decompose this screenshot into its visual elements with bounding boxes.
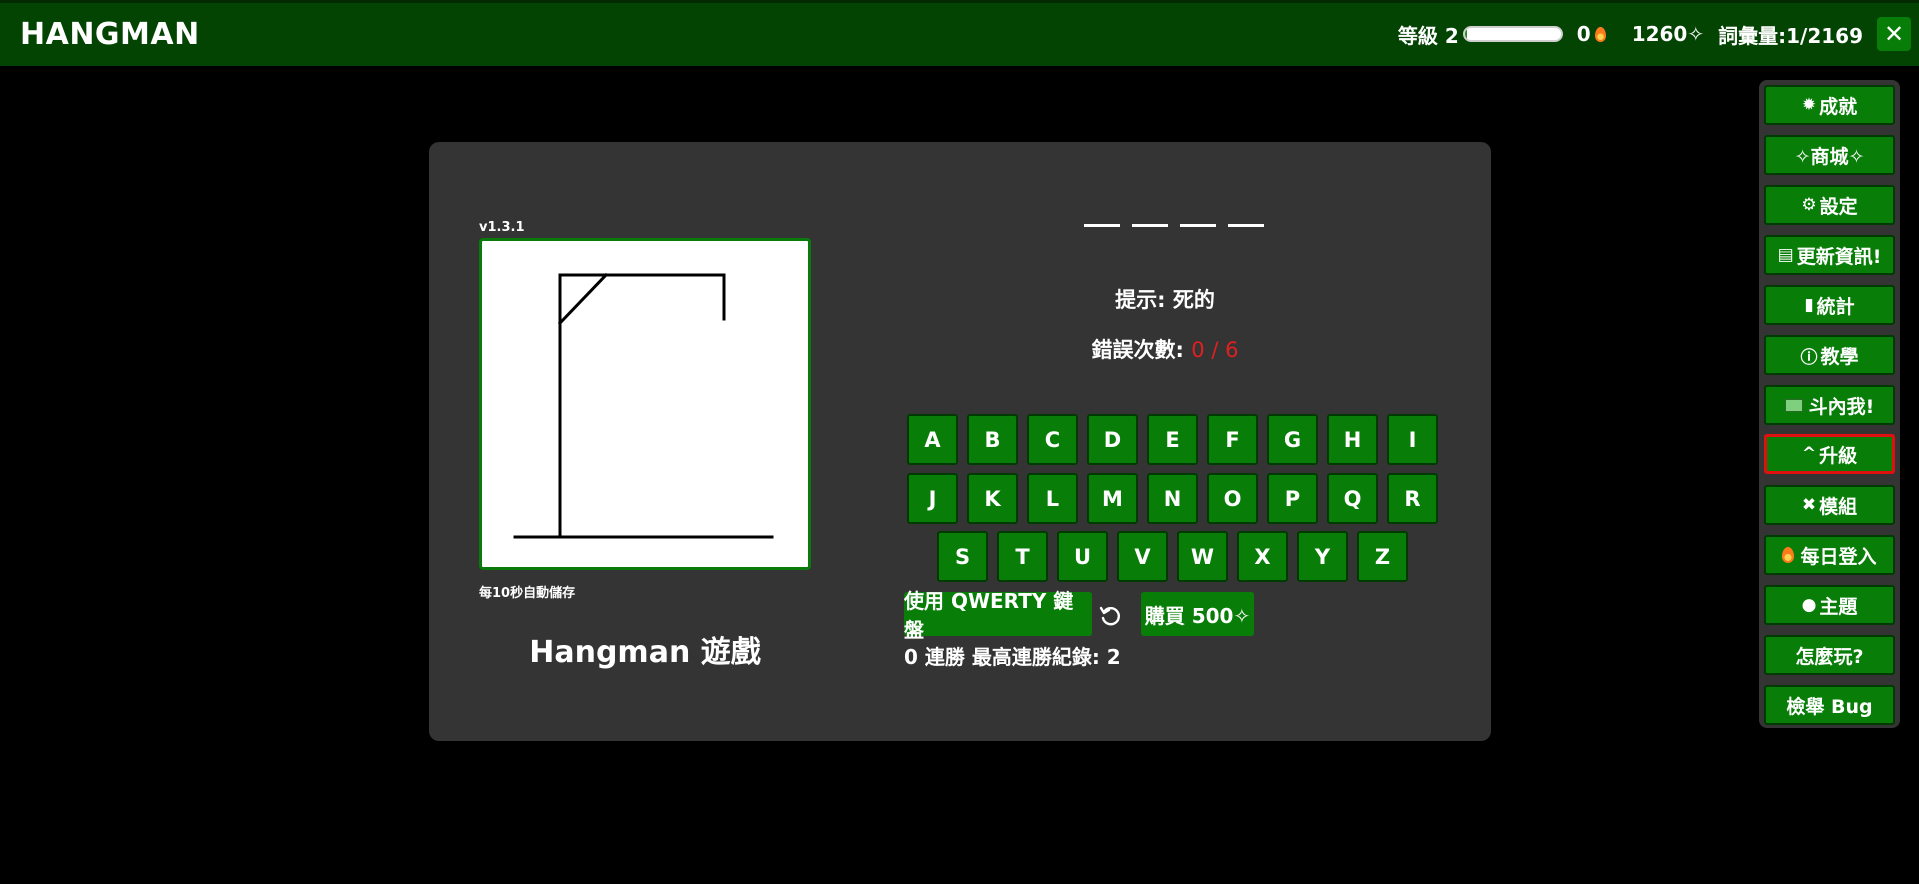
streak-value: 0 — [1576, 22, 1591, 46]
keyboard-row-3: STUVWXYZ — [937, 531, 1408, 582]
word-blanks — [1084, 224, 1264, 227]
key-e[interactable]: E — [1147, 414, 1198, 465]
flame-icon — [1594, 26, 1606, 42]
newspaper-icon: ▤ — [1777, 245, 1794, 265]
key-x[interactable]: X — [1237, 531, 1288, 582]
autosave-note: 每10秒自動儲存 — [479, 586, 576, 601]
stats-label: 統計 — [1816, 295, 1855, 318]
keyboard-row-2: JKLMNOPQR — [907, 473, 1438, 524]
key-o[interactable]: O — [1207, 473, 1258, 524]
settings-label: 設定 — [1819, 195, 1858, 218]
letter-blank — [1084, 224, 1120, 227]
theme-button[interactable]: ● 主題 — [1764, 585, 1895, 625]
key-c[interactable]: C — [1027, 414, 1078, 465]
tutorial-button[interactable]: ⓘ 教學 — [1764, 335, 1895, 375]
key-i[interactable]: I — [1387, 414, 1438, 465]
key-t[interactable]: T — [997, 531, 1048, 582]
achievements-button[interactable]: ✹ 成就 — [1764, 85, 1895, 125]
stats-button[interactable]: ▮ 統計 — [1764, 285, 1895, 325]
updates-button[interactable]: ▤ 更新資訊! — [1764, 235, 1895, 275]
mods-button[interactable]: ✖ 模組 — [1764, 485, 1895, 525]
upgrade-label: 升級 — [1819, 444, 1858, 467]
shop-label: ✧商城✧ — [1794, 145, 1865, 168]
report-bug-button[interactable]: 檢舉 Bug — [1764, 685, 1895, 725]
key-v[interactable]: V — [1117, 531, 1168, 582]
question-circle-icon: ⓘ — [1800, 347, 1818, 368]
level-label: 等級 2 — [1397, 23, 1459, 48]
updates-label: 更新資訊! — [1796, 245, 1882, 268]
how-to-play-button[interactable]: 怎麼玩? — [1764, 635, 1895, 675]
caret-up-icon: ^ — [1801, 444, 1817, 464]
badge-icon: ✹ — [1801, 95, 1817, 115]
status-area: 等級 2 0 1260✧ 詞彙量:1/2169 ✕ — [1398, 16, 1919, 52]
game-title: Hangman 遊戲 — [529, 635, 761, 670]
money-icon — [1784, 398, 1803, 412]
error-counter: 錯誤次數: 0 / 6 — [1015, 334, 1315, 364]
mods-label: 模組 — [1819, 495, 1858, 518]
errors-value: 0 / 6 — [1191, 338, 1239, 362]
key-u[interactable]: U — [1057, 531, 1108, 582]
key-l[interactable]: L — [1027, 473, 1078, 524]
key-w[interactable]: W — [1177, 531, 1228, 582]
key-a[interactable]: A — [907, 414, 958, 465]
tools-icon: ✖ — [1801, 495, 1817, 515]
key-y[interactable]: Y — [1297, 531, 1348, 582]
reset-icon[interactable] — [1099, 605, 1121, 627]
palette-icon: ● — [1801, 595, 1817, 615]
key-z[interactable]: Z — [1357, 531, 1408, 582]
gallows-drawing — [513, 272, 774, 539]
close-icon: ✕ — [1883, 20, 1905, 48]
keyboard-row-1: ABCDEFGHI — [907, 414, 1438, 465]
key-j[interactable]: J — [907, 473, 958, 524]
word-count: 詞彙量:1/2169 — [1718, 23, 1863, 48]
win-streak-text: 0 連勝 最高連勝紀錄: 2 — [904, 645, 1121, 669]
key-p[interactable]: P — [1267, 473, 1318, 524]
key-d[interactable]: D — [1087, 414, 1138, 465]
key-q[interactable]: Q — [1327, 473, 1378, 524]
flame-icon — [1782, 547, 1795, 563]
key-r[interactable]: R — [1387, 473, 1438, 524]
key-m[interactable]: M — [1087, 473, 1138, 524]
daily-login-label: 每日登入 — [1800, 545, 1877, 568]
achievements-label: 成就 — [1819, 95, 1858, 118]
gear-icon: ⚙ — [1801, 195, 1817, 215]
report-bug-label: 檢舉 Bug — [1786, 695, 1873, 718]
settings-button[interactable]: ⚙ 設定 — [1764, 185, 1895, 225]
gallows-brace — [557, 272, 609, 326]
hangman-canvas — [479, 238, 811, 570]
app-title: HANGMAN — [20, 17, 200, 52]
theme-label: 主題 — [1819, 595, 1858, 618]
letter-blank — [1228, 224, 1264, 227]
close-button[interactable]: ✕ — [1877, 17, 1911, 51]
game-card: v1.3.1 每10秒自動儲存 Hangman 遊戲 提示: 死的 錯誤次數: … — [429, 142, 1491, 741]
daily-login-button[interactable]: 每日登入 — [1764, 535, 1895, 575]
buy-button[interactable]: 購買 500✧ — [1141, 592, 1254, 636]
side-menu: ✹ 成就 ✧商城✧ ⚙ 設定 ▤ 更新資訊! ▮ 統計 ⓘ 教學 斗內我! ^ 升級 ✖ 模組… — [1759, 80, 1900, 728]
key-s[interactable]: S — [937, 531, 988, 582]
qwerty-keyboard-button[interactable]: 使用 QWERTY 鍵盤 — [904, 589, 1092, 642]
coin-balance: 1260✧ — [1631, 22, 1705, 46]
bar-chart-icon: ▮ — [1804, 295, 1814, 315]
streak-counter: 0 — [1577, 22, 1606, 46]
tutorial-label: 教學 — [1820, 345, 1859, 368]
letter-blank — [1180, 224, 1216, 227]
key-k[interactable]: K — [967, 473, 1018, 524]
version-label: v1.3.1 — [479, 220, 525, 235]
donate-button[interactable]: 斗內我! — [1764, 385, 1895, 425]
key-n[interactable]: N — [1147, 473, 1198, 524]
key-g[interactable]: G — [1267, 414, 1318, 465]
key-f[interactable]: F — [1207, 414, 1258, 465]
how-to-play-label: 怎麼玩? — [1795, 645, 1864, 668]
level-progress-bar — [1462, 26, 1563, 42]
key-b[interactable]: B — [967, 414, 1018, 465]
key-h[interactable]: H — [1327, 414, 1378, 465]
hint-text: 提示: 死的 — [1115, 288, 1215, 312]
top-bar: HANGMAN 等級 2 0 1260✧ 詞彙量:1/2169 ✕ — [0, 0, 1919, 66]
upgrade-button[interactable]: ^ 升級 — [1764, 434, 1895, 474]
letter-blank — [1132, 224, 1168, 227]
shop-button[interactable]: ✧商城✧ — [1764, 135, 1895, 175]
donate-label: 斗內我! — [1808, 395, 1875, 418]
level-progress-fill — [1464, 28, 1467, 40]
errors-label: 錯誤次數: — [1091, 338, 1184, 362]
